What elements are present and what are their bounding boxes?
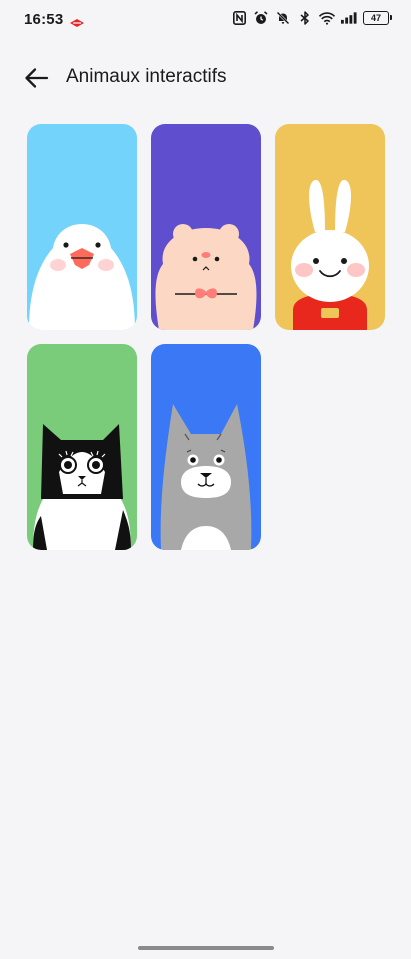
mute-icon [275, 10, 291, 26]
wallpaper-card-rabbit[interactable] [275, 124, 385, 330]
bluetooth-icon [297, 10, 313, 26]
back-arrow-icon[interactable] [24, 65, 50, 91]
cat-illustration [27, 344, 137, 550]
nfc-icon [231, 10, 247, 26]
wallpaper-card-hamster[interactable] [151, 124, 261, 330]
wifi-icon [319, 10, 335, 26]
app-notification-icon [70, 14, 84, 32]
status-time: 16:53 [24, 11, 64, 28]
bird-illustration [27, 124, 137, 330]
wallpaper-card-bird[interactable] [27, 124, 137, 330]
signal-icon [341, 10, 357, 26]
hamster-illustration [151, 124, 261, 330]
dog-illustration [151, 344, 261, 550]
rabbit-illustration [275, 124, 385, 330]
wallpaper-card-dog[interactable] [151, 344, 261, 550]
home-indicator[interactable] [138, 946, 274, 950]
wallpaper-card-cat[interactable] [27, 344, 137, 550]
page-title: Animaux interactifs [66, 66, 227, 87]
battery-icon: 47 [363, 11, 392, 25]
alarm-icon [253, 10, 269, 26]
top-app-bar: Animaux interactifs [0, 56, 411, 100]
status-bar: 16:53 47 [0, 0, 411, 40]
